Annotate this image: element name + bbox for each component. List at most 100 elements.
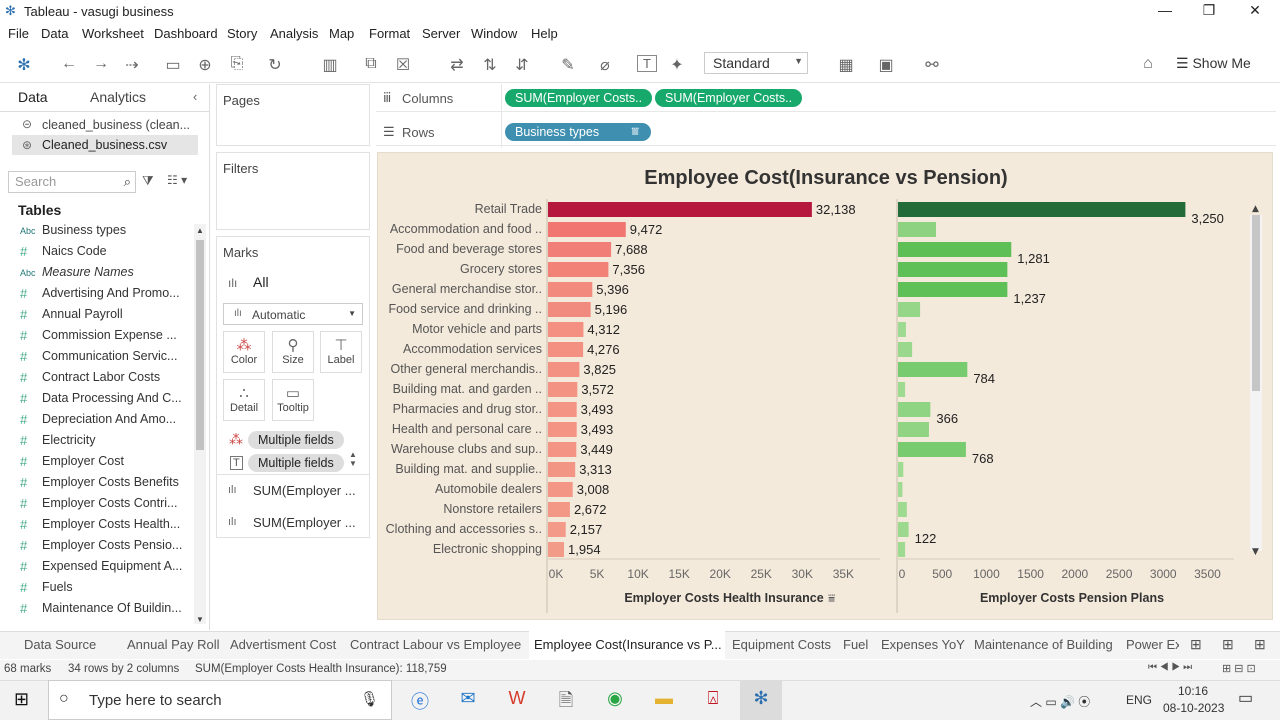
health-bar[interactable]: [548, 482, 573, 497]
highlight-icon[interactable]: ✎: [558, 55, 578, 75]
duplicate-sheet-icon[interactable]: ⧉: [361, 55, 381, 73]
field-list-scrollbar[interactable]: [194, 224, 206, 624]
field-item[interactable]: Abc Measure Names: [20, 265, 190, 286]
clock-date[interactable]: 08-10-2023: [1163, 701, 1224, 715]
wps-icon[interactable]: W: [503, 688, 531, 712]
windows-start-icon[interactable]: ⊞: [14, 689, 29, 710]
sheet-tab[interactable]: Equipment Costs: [729, 637, 834, 652]
pension-bar[interactable]: [898, 282, 1008, 297]
close-button[interactable]: ✕: [1240, 2, 1270, 20]
pension-bar[interactable]: [898, 202, 1186, 217]
menu-file[interactable]: File: [8, 26, 29, 41]
health-bar[interactable]: [548, 262, 609, 277]
mark-type-select[interactable]: Automatic ılı ▼: [223, 303, 363, 325]
pages-card[interactable]: Pages: [216, 84, 370, 146]
pension-bar[interactable]: [898, 542, 906, 557]
field-item[interactable]: # Employer Costs Benefits: [20, 475, 190, 496]
menu-map[interactable]: Map: [329, 26, 354, 41]
tableau-taskbar-icon[interactable]: ✻: [747, 688, 775, 712]
pin-axes-icon[interactable]: ✦: [667, 55, 687, 75]
label-button[interactable]: ⊤ Label: [320, 331, 362, 373]
health-bar[interactable]: [548, 542, 565, 557]
health-bar[interactable]: [548, 442, 577, 457]
clock-time[interactable]: 10:16: [1178, 684, 1208, 698]
field-item[interactable]: # Commission Expense ...: [20, 328, 190, 349]
refresh-icon[interactable]: ↻: [265, 55, 285, 75]
field-item[interactable]: # Employer Costs Health...: [20, 517, 190, 538]
sort-descending-icon[interactable]: ⇵: [512, 55, 532, 75]
menu-analysis[interactable]: Analysis: [270, 26, 318, 41]
pause-updates-icon[interactable]: ⎘: [227, 55, 247, 73]
replay-icon[interactable]: ⇢: [122, 55, 142, 75]
undo-icon[interactable]: ←: [59, 55, 79, 73]
search-input[interactable]: Search ⌕: [8, 171, 136, 193]
clear-sheet-icon[interactable]: ☒: [393, 55, 413, 75]
sheet-tab[interactable]: Expenses YoY: [878, 637, 968, 652]
columns-pill-health[interactable]: SUM(Employer Costs..: [505, 89, 653, 107]
sheet-tab[interactable]: Data Source: [10, 637, 99, 652]
collapse-pane-icon[interactable]: ‹: [193, 89, 197, 104]
tableau-home-icon[interactable]: ✻: [14, 55, 34, 75]
pension-bar[interactable]: [898, 262, 1008, 277]
new-dashboard-tab-icon[interactable]: ⊞: [1222, 636, 1234, 653]
measure-tab-1[interactable]: SUM(Employer ...: [253, 483, 356, 498]
menu-dashboard[interactable]: Dashboard: [154, 26, 218, 41]
pension-bar[interactable]: [898, 402, 931, 417]
field-item[interactable]: # Expensed Equipment A...: [20, 559, 190, 580]
health-bar[interactable]: [548, 202, 812, 217]
health-bar[interactable]: [548, 282, 593, 297]
whatsapp-icon[interactable]: ◉: [601, 688, 629, 712]
field-item[interactable]: # Maintenance Of Buildin...: [20, 601, 190, 622]
health-bar[interactable]: [548, 422, 577, 437]
taskbar-search[interactable]: ○ Type here to search 🎙: [48, 680, 392, 720]
field-item[interactable]: # Employer Cost: [20, 454, 190, 475]
minimize-button[interactable]: —: [1150, 2, 1180, 20]
viz-scrollbar-thumb[interactable]: [1252, 215, 1260, 391]
notification-icon[interactable]: ▭: [1238, 688, 1253, 708]
menu-data[interactable]: Data: [41, 26, 68, 41]
field-item[interactable]: # Depreciation And Amo...: [20, 412, 190, 433]
pension-bar[interactable]: [898, 222, 937, 237]
color-button[interactable]: ⁂ Color: [223, 331, 265, 373]
field-item[interactable]: # Electricity: [20, 433, 190, 454]
field-item[interactable]: # Annual Payroll: [20, 307, 190, 328]
pension-bar[interactable]: [898, 522, 909, 537]
tray-icons[interactable]: ︿ ▭ 🔊 ⦿: [1030, 693, 1090, 710]
restore-button[interactable]: ❐: [1194, 2, 1224, 20]
sheet-tab[interactable]: Power Ex: [1123, 637, 1179, 652]
field-item[interactable]: # Data Processing And C...: [20, 391, 190, 412]
menu-help[interactable]: Help: [531, 26, 558, 41]
multiple-fields-color-pill[interactable]: Multiple fields: [248, 431, 344, 449]
health-bar[interactable]: [548, 222, 626, 237]
pension-bar[interactable]: [898, 242, 1012, 257]
sheet-tab[interactable]: Maintenance of Building: [971, 637, 1116, 652]
new-story-tab-icon[interactable]: ⊞: [1254, 636, 1266, 653]
edge-icon[interactable]: ⓔ: [406, 688, 434, 712]
health-bar[interactable]: [548, 382, 578, 397]
file-icon[interactable]: 🗎: [552, 688, 580, 712]
sheet-tab[interactable]: Contract Labour vs Employee: [347, 637, 524, 652]
presentation-icon[interactable]: ▣: [876, 55, 896, 75]
field-item[interactable]: # Employer Costs Pensio...: [20, 538, 190, 559]
health-bar[interactable]: [548, 242, 612, 257]
menu-story[interactable]: Story: [227, 26, 257, 41]
pension-bar[interactable]: [898, 502, 907, 517]
pension-bar[interactable]: [898, 342, 913, 357]
health-bar[interactable]: [548, 462, 576, 477]
share-icon[interactable]: ⚯: [922, 55, 942, 75]
health-bar[interactable]: [548, 362, 580, 377]
rows-pill-business-types[interactable]: Business types ⩸: [505, 123, 651, 141]
pension-bar[interactable]: [898, 362, 968, 377]
show-cards-icon[interactable]: ▦: [836, 55, 856, 75]
size-button[interactable]: ⚲ Size: [272, 331, 314, 373]
format-painter-icon[interactable]: ⌂: [1138, 55, 1158, 73]
sheet-tab[interactable]: Advertisment Cost: [227, 637, 339, 652]
pension-bar[interactable]: [898, 382, 906, 397]
swap-icon[interactable]: ⇄: [447, 55, 467, 75]
filters-card[interactable]: Filters: [216, 152, 370, 230]
measure-tab-2[interactable]: SUM(Employer ...: [253, 515, 356, 530]
field-item[interactable]: # Advertising And Promo...: [20, 286, 190, 307]
field-item[interactable]: # Contract Labor Costs: [20, 370, 190, 391]
sheet-tab[interactable]: Annual Pay Roll: [124, 637, 223, 652]
marks-scroll-icon[interactable]: ▲ ▼: [349, 450, 357, 468]
